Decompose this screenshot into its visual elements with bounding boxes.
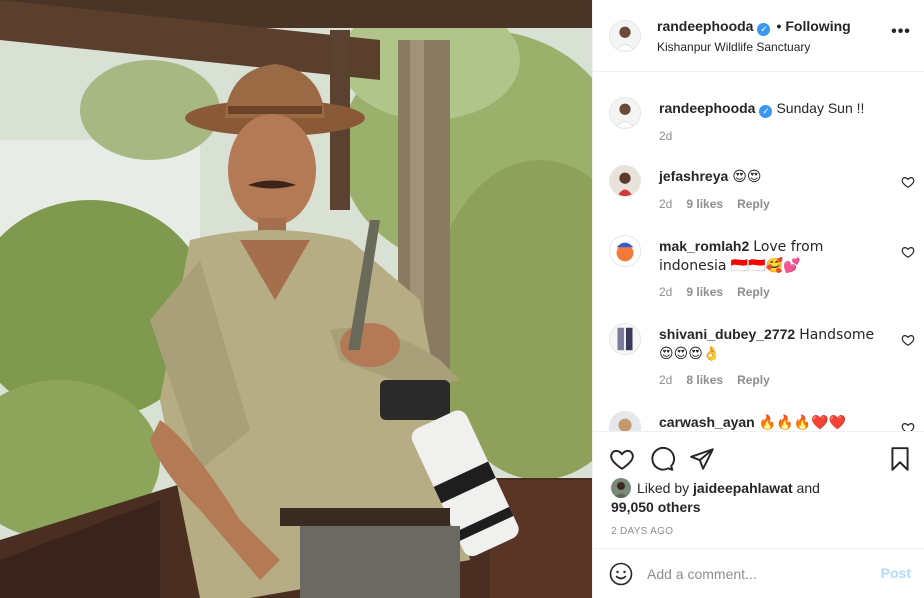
caption-avatar[interactable] xyxy=(609,97,641,129)
like-comment-heart-icon[interactable] xyxy=(901,175,915,189)
verified-badge-icon: ✓ xyxy=(757,23,771,36)
comment-text: carwash_ayan 🔥🔥🔥❤️❤️ xyxy=(659,413,887,431)
comment-text: shivani_dubey_2772 Handsome 😍😍😍👌 xyxy=(659,325,887,363)
comments-list[interactable]: randeephooda ✓ Sunday Sun !! 2d jefashreya… xyxy=(593,73,924,431)
comment-body: 🔥🔥🔥❤️❤️ xyxy=(758,415,846,431)
add-comment-bar: Post xyxy=(593,548,924,598)
comment-likes[interactable]: 9 likes xyxy=(686,197,723,211)
like-comment-heart-icon[interactable] xyxy=(901,421,915,431)
verified-badge-icon: ✓ xyxy=(759,105,773,118)
commenter-avatar[interactable] xyxy=(609,165,641,197)
comment-meta: 2d 9 likes Reply xyxy=(659,285,784,299)
avatar-image xyxy=(610,236,640,266)
commenter-avatar[interactable] xyxy=(609,235,641,267)
post-comment-button[interactable]: Post xyxy=(881,565,911,581)
avatar-image xyxy=(610,98,640,128)
like-heart-icon[interactable] xyxy=(609,446,635,472)
liked-by-and: and xyxy=(796,480,820,496)
following-button[interactable]: Following xyxy=(785,18,850,34)
comment-body: 😍😍 xyxy=(732,169,762,185)
comment-time[interactable]: 2d xyxy=(659,373,672,387)
emoji-smiley-icon[interactable] xyxy=(609,562,633,586)
comment-input[interactable] xyxy=(647,561,867,587)
location-link[interactable]: Kishanpur Wildlife Sanctuary xyxy=(657,40,810,54)
caption-body: Sunday Sun !! xyxy=(776,100,865,116)
post-date[interactable]: 2 DAYS AGO xyxy=(611,526,673,537)
post-header: randeephooda ✓ • Following Kishanpur Wildli… xyxy=(593,0,924,72)
comment-likes[interactable]: 9 likes xyxy=(686,285,723,299)
comment-username[interactable]: shivani_dubey_2772 xyxy=(659,326,795,342)
comment-username[interactable]: carwash_ayan xyxy=(659,414,755,430)
commenter-avatar[interactable] xyxy=(609,411,641,431)
avatar-image xyxy=(611,478,631,498)
liked-by-prefix: Liked by xyxy=(637,480,690,496)
comment-meta: 2d 9 likes Reply xyxy=(659,197,784,211)
more-options-icon[interactable]: ••• xyxy=(891,24,911,46)
avatar-image xyxy=(610,324,640,354)
post-side-panel: randeephooda ✓ • Following Kishanpur Wildli… xyxy=(592,0,924,598)
commenter-avatar[interactable] xyxy=(609,323,641,355)
author-line: randeephooda ✓ • Following xyxy=(657,18,851,36)
comment-bubble-icon[interactable] xyxy=(649,446,675,472)
separator-dot: • xyxy=(776,18,782,34)
liker-avatar[interactable] xyxy=(611,478,631,498)
avatar-image xyxy=(610,412,640,431)
like-comment-heart-icon[interactable] xyxy=(901,333,915,347)
comment-time[interactable]: 2d xyxy=(659,197,672,211)
post-photo[interactable] xyxy=(0,0,592,598)
comment-text: jefashreya 😍😍 xyxy=(659,167,887,186)
share-paper-plane-icon[interactable] xyxy=(689,446,715,472)
avatar-image xyxy=(610,21,640,51)
save-bookmark-icon[interactable] xyxy=(887,446,913,472)
photo-illustration xyxy=(0,0,592,598)
caption-meta: 2d xyxy=(659,129,686,143)
caption-time[interactable]: 2d xyxy=(659,129,672,143)
instagram-post: randeephooda ✓ • Following Kishanpur Wildli… xyxy=(0,0,924,598)
reply-button[interactable]: Reply xyxy=(737,285,770,299)
avatar-image xyxy=(610,166,640,196)
likes-summary: Liked by jaideepahlawat and 99,050 others xyxy=(611,478,911,516)
reply-button[interactable]: Reply xyxy=(737,373,770,387)
reply-button[interactable]: Reply xyxy=(737,197,770,211)
post-actions: Liked by jaideepahlawat and 99,050 others… xyxy=(593,431,924,548)
comment-text: mak_romlah2 Love from indonesia 🇮🇩🇮🇩🥰💕 xyxy=(659,237,887,275)
comment-time[interactable]: 2d xyxy=(659,285,672,299)
caption-username[interactable]: randeephooda xyxy=(659,100,755,116)
caption-text: randeephooda ✓ Sunday Sun !! xyxy=(659,99,887,118)
like-comment-heart-icon[interactable] xyxy=(901,245,915,259)
comment-username[interactable]: jefashreya xyxy=(659,168,728,184)
comment-likes[interactable]: 8 likes xyxy=(686,373,723,387)
comment-username[interactable]: mak_romlah2 xyxy=(659,238,749,254)
likes-count[interactable]: 99,050 others xyxy=(611,499,701,515)
author-avatar[interactable] xyxy=(609,20,641,52)
comment-meta: 2d 8 likes Reply xyxy=(659,373,784,387)
author-username[interactable]: randeephooda xyxy=(657,18,753,34)
liked-by-user[interactable]: jaideepahlawat xyxy=(693,480,793,496)
